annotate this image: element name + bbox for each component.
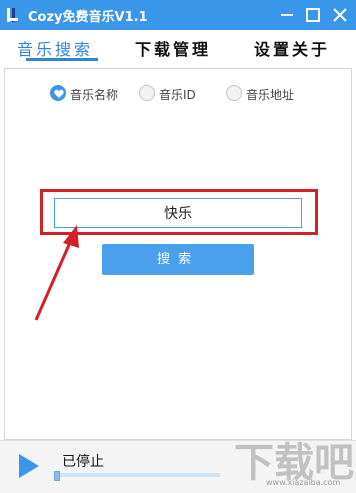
play-icon[interactable] [18,453,40,479]
tab-download-manager[interactable]: 下载管理 [135,36,211,60]
minimize-icon[interactable] [278,6,296,24]
close-icon[interactable] [331,6,349,24]
app-logo-icon [7,8,18,22]
radio-circle [226,85,242,101]
radio-label: 音乐ID [159,88,196,102]
progress-handle[interactable] [54,471,60,481]
window-title: Cozy免费音乐V1.1 [28,10,148,25]
radio-circle [139,85,155,101]
player-status: 已停止 [62,454,104,470]
tab-music-search[interactable]: 音乐搜索 [17,36,93,60]
watermark-site: www.xiazaiba.com [266,478,341,487]
title-bar: Cozy免费音乐V1.1 [0,0,356,30]
progress-bar[interactable] [54,473,220,477]
search-input[interactable] [54,198,302,228]
radio-circle-checked [50,85,66,101]
active-tab-indicator [26,58,98,61]
radio-label: 音乐名称 [70,88,119,102]
search-button[interactable]: 搜索 [102,244,254,275]
radio-label: 音乐地址 [246,88,295,102]
tab-settings-about[interactable]: 设置关于 [254,36,330,60]
maximize-icon[interactable] [304,6,322,24]
heart-icon [54,89,64,98]
